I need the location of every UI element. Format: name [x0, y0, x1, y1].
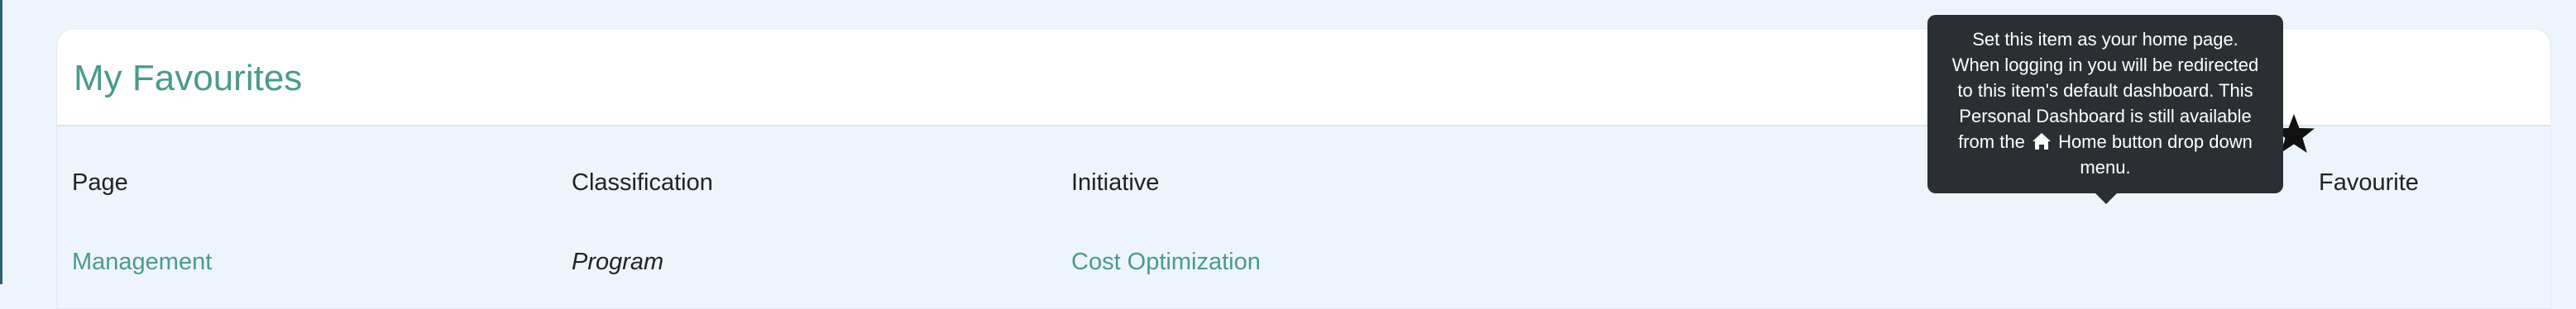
left-edge-bar	[0, 0, 2, 284]
row-initiative-link[interactable]: Cost Optimization	[1071, 247, 1261, 277]
row-page-link[interactable]: Management	[72, 247, 212, 277]
column-header-classification[interactable]: Classification	[572, 168, 713, 197]
column-header-favourite[interactable]: Favourite	[2319, 168, 2419, 197]
home-tooltip: Set this item as your home page. When lo…	[1927, 15, 2283, 193]
column-header-initiative[interactable]: Initiative	[1071, 168, 1159, 197]
tooltip-line: Set this item as your home page.	[1972, 29, 2238, 50]
tooltip-text: Home button drop down	[2058, 131, 2253, 152]
column-header-page[interactable]: Page	[72, 168, 128, 197]
tooltip-line: to this item's default dashboard. This	[1957, 80, 2253, 101]
tooltip-line: Personal Dashboard is still available	[1959, 106, 2252, 126]
tooltip-line: menu.	[2080, 157, 2131, 178]
tooltip-arrow	[2095, 193, 2118, 204]
tooltip-text: from the	[1958, 131, 2025, 152]
tooltip-line: When logging in you will be redirected	[1951, 55, 2259, 75]
row-classification: Program	[572, 249, 664, 275]
home-icon	[2032, 133, 2051, 150]
tooltip-line: from the Home button drop down	[1937, 129, 2273, 154]
card-title: My Favourites	[74, 58, 303, 98]
